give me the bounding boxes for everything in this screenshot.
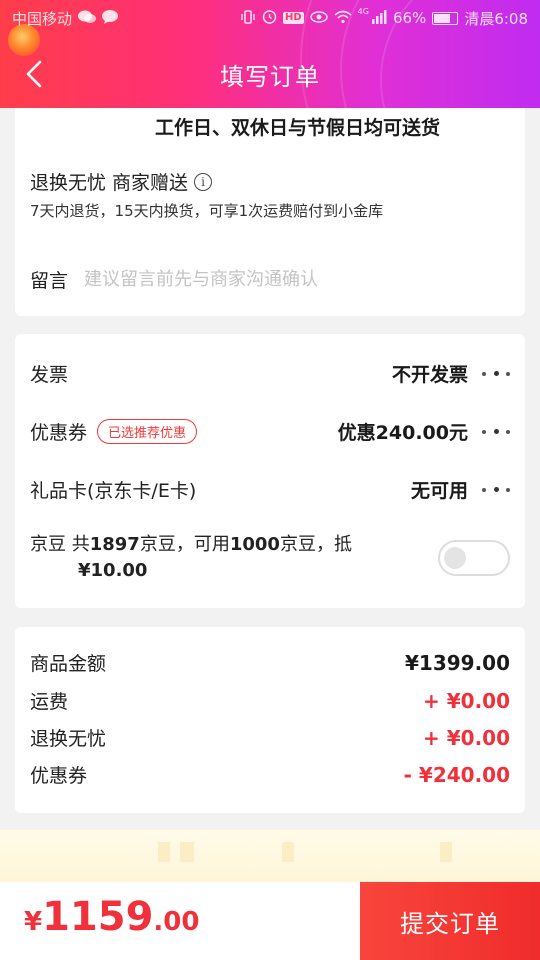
message-input[interactable] <box>84 269 465 290</box>
message-label: 留言 <box>30 270 69 292</box>
summary-label: 运费 <box>30 691 69 713</box>
signal-icon <box>371 9 387 27</box>
summary-row: 退换无忧 + ¥0.00 <box>30 724 510 751</box>
alarm-icon <box>262 9 277 27</box>
info-icon[interactable]: i <box>194 172 213 191</box>
invoice-label: 发票 <box>30 364 69 386</box>
summary-row: 商品金额 ¥1399.00 <box>30 649 510 676</box>
service-title: 退换无忧 <box>30 172 107 194</box>
network-label: 4G <box>357 6 369 16</box>
back-button[interactable] <box>14 54 54 94</box>
battery-percent: 66% <box>392 9 427 27</box>
total-price: ¥1159.00 <box>24 894 199 940</box>
eye-icon <box>309 10 328 26</box>
service-row[interactable]: 退换无忧 商家赠送 i <box>30 168 213 195</box>
coupon-label: 优惠券 <box>30 422 88 444</box>
hd-icon: HD <box>283 12 304 24</box>
giftcard-value: 无可用 <box>410 480 468 502</box>
jdbean-toggle[interactable] <box>438 540 510 576</box>
checkout-bar: ¥1159.00 提交订单 <box>0 882 540 960</box>
options-card: 发票 不开发票 优惠券 已选推荐优惠 优惠240.00元 礼品卡(京东卡/E卡)… <box>15 334 525 608</box>
coupon-value: 优惠240.00元 <box>337 422 468 444</box>
message-row: 留言 <box>30 266 465 293</box>
total-decimal: .00 <box>153 907 200 937</box>
invoice-row[interactable]: 发票 不开发票 <box>30 360 510 387</box>
jdbean-prefix: 京豆 共 <box>30 534 90 555</box>
more-icon <box>482 429 510 434</box>
vibrate-icon <box>240 9 256 27</box>
battery-icon <box>432 11 459 25</box>
jdbean-deduct: ¥10.00 <box>78 560 148 581</box>
promo-decoration <box>158 842 170 862</box>
order-page: 中国移动 HD 4G 66% 清晨6:08 填写订单 工作日、双休日与节假日均可… <box>0 0 540 960</box>
jdbean-suffix: 京豆，抵 <box>279 534 352 555</box>
service-gift: 商家赠送 <box>112 172 189 194</box>
summary-label: 优惠券 <box>30 765 88 787</box>
promo-decoration <box>180 842 194 862</box>
invoice-value: 不开发票 <box>391 364 468 386</box>
promo-decoration <box>440 842 452 862</box>
clock: 清晨6:08 <box>464 9 528 28</box>
summary-row: 优惠券 - ¥240.00 <box>30 761 510 788</box>
jdbean-mid: 京豆，可用 <box>139 534 230 555</box>
jdbean-text: 京豆 共1897京豆，可用1000京豆，抵 ¥10.00 <box>30 532 390 584</box>
delivery-note: 工作日、双休日与节假日均可送货 <box>155 117 441 139</box>
wifi-icon <box>334 10 352 27</box>
summary-label: 退换无忧 <box>30 728 107 750</box>
giftcard-label: 礼品卡(京东卡/E卡) <box>30 480 197 502</box>
more-icon <box>482 487 510 492</box>
jdbean-total: 1897 <box>89 534 140 555</box>
carrier-label: 中国移动 <box>12 9 73 28</box>
summary-value: ¥1399.00 <box>404 650 510 675</box>
submit-order-button[interactable]: 提交订单 <box>360 882 540 960</box>
message-icon <box>102 9 119 27</box>
service-description: 7天内退货，15天内换货，可享1次运费赔付到小金库 <box>30 202 384 220</box>
coupon-row[interactable]: 优惠券 已选推荐优惠 优惠240.00元 <box>30 418 510 445</box>
wechat-icon <box>78 10 97 27</box>
status-bar: 中国移动 HD 4G 66% 清晨6:08 <box>0 0 540 36</box>
chevron-left-icon <box>26 60 42 88</box>
nav-bar: 填写订单 <box>0 44 540 104</box>
jdbean-row: 京豆 共1897京豆，可用1000京豆，抵 ¥10.00 <box>30 532 510 584</box>
summary-value: + ¥0.00 <box>423 688 510 713</box>
delivery-card: 工作日、双休日与节假日均可送货 退换无忧 商家赠送 i 7天内退货，15天内换货… <box>15 108 525 316</box>
promo-banner[interactable] <box>0 830 540 882</box>
page-title: 填写订单 <box>220 62 320 91</box>
more-icon <box>482 371 510 376</box>
jdbean-usable: 1000 <box>229 534 280 555</box>
summary-label: 商品金额 <box>30 653 107 675</box>
toggle-knob <box>444 547 466 569</box>
summary-card: 商品金额 ¥1399.00 运费 + ¥0.00 退换无忧 + ¥0.00 优惠… <box>15 627 525 813</box>
header: 中国移动 HD 4G 66% 清晨6:08 填写订单 <box>0 0 540 108</box>
total-integer: 1159 <box>42 894 154 940</box>
coupon-recommend-badge: 已选推荐优惠 <box>97 419 198 444</box>
summary-row: 运费 + ¥0.00 <box>30 687 510 714</box>
summary-value: + ¥0.00 <box>423 725 510 750</box>
giftcard-row[interactable]: 礼品卡(京东卡/E卡) 无可用 <box>30 476 510 503</box>
summary-value: - ¥240.00 <box>403 762 510 787</box>
promo-decoration <box>282 842 294 862</box>
total-currency: ¥ <box>24 907 43 937</box>
